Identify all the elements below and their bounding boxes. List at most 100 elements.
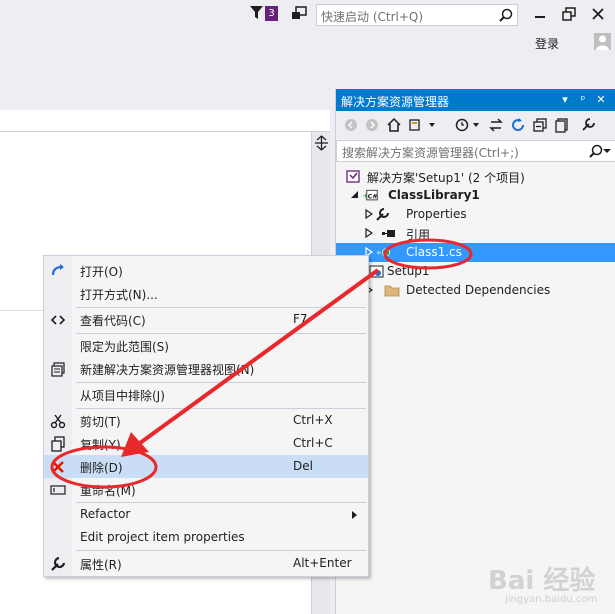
menu-item-scope-to-this[interactable]: 限定为此范围(S) bbox=[44, 334, 368, 357]
sync-icon[interactable] bbox=[488, 117, 504, 133]
menu-item-open-with[interactable]: 打开方式(N)... bbox=[44, 282, 368, 305]
tree-item-class1-cs[interactable]: + C Class1.cs bbox=[336, 243, 615, 262]
view-code-icon bbox=[50, 315, 66, 325]
back-icon[interactable] bbox=[343, 117, 359, 133]
menu-item-label: 属性(R) bbox=[80, 558, 122, 572]
wrench-icon bbox=[376, 208, 389, 221]
tree-item-classlibrary1[interactable]: + C# ClassLibrary1 bbox=[336, 186, 615, 205]
context-menu: 打开(O) 打开方式(N)... 查看代码(C) F7 限定为此范围(S) 新建… bbox=[43, 255, 369, 577]
pin-icon[interactable]: ᵖ bbox=[576, 93, 590, 106]
menu-item-rename[interactable]: 重命名(M) bbox=[44, 478, 368, 501]
menu-item-shortcut: Ctrl+X bbox=[293, 413, 333, 427]
menu-item-shortcut: Ctrl+C bbox=[293, 436, 333, 450]
solution-explorer-title-bar[interactable]: 解决方案资源管理器 ▾ ᵖ ✕ bbox=[336, 89, 615, 111]
menu-item-label: 从项目中排除(J) bbox=[80, 389, 165, 403]
tree-item-label: Detected Dependencies bbox=[406, 283, 551, 297]
tree-item-references[interactable]: 引用 bbox=[336, 224, 615, 243]
menu-item-shortcut: F7 bbox=[293, 312, 308, 326]
wrench-icon bbox=[51, 556, 66, 571]
menu-item-edit-project-item-properties[interactable]: Edit project item properties bbox=[44, 526, 368, 549]
watermark-url: jingyan.baidu.com bbox=[505, 594, 598, 605]
chevron-down-icon[interactable] bbox=[603, 147, 611, 155]
search-icon[interactable] bbox=[499, 8, 513, 22]
tree-item-label: 引用 bbox=[406, 228, 431, 242]
solution-icon bbox=[346, 170, 360, 183]
notification-badge[interactable]: 3 bbox=[265, 6, 278, 21]
svg-text:C#: C# bbox=[368, 192, 378, 200]
tree-item-setup1[interactable]: Setup1 bbox=[336, 262, 615, 281]
chevron-down-icon[interactable] bbox=[424, 117, 440, 133]
delete-x-icon bbox=[52, 461, 64, 473]
login-link[interactable]: 登录 bbox=[535, 35, 559, 52]
menu-item-label: 查看代码(C) bbox=[80, 314, 146, 328]
menu-item-new-explorer-view[interactable]: 新建解决方案资源管理器视图(N) bbox=[44, 357, 368, 380]
menu-item-label: 删除(D) bbox=[80, 461, 123, 475]
expand-arrow-icon[interactable] bbox=[365, 228, 373, 238]
collapse-arrow-icon[interactable] bbox=[351, 190, 359, 200]
menu-item-label: 新建解决方案资源管理器视图(N) bbox=[80, 363, 255, 377]
tree-item-detected-dependencies[interactable]: Detected Dependencies bbox=[336, 281, 615, 300]
expand-arrow-icon[interactable] bbox=[365, 209, 373, 219]
search-icon[interactable] bbox=[589, 144, 603, 158]
menu-item-label: Refactor bbox=[80, 507, 131, 521]
submenu-arrow-icon bbox=[352, 511, 357, 519]
menu-item-shortcut: Del bbox=[293, 459, 313, 473]
scissors-icon bbox=[50, 414, 66, 429]
tree-item-label: Setup1 bbox=[387, 264, 430, 278]
avatar[interactable] bbox=[594, 33, 611, 50]
menu-item-label: Edit project item properties bbox=[80, 530, 245, 544]
csharp-file-icon: + C bbox=[376, 248, 390, 257]
feedback-icon[interactable] bbox=[291, 6, 307, 22]
menu-item-exclude-from-project[interactable]: 从项目中排除(J) bbox=[44, 383, 368, 406]
properties-icon[interactable] bbox=[580, 117, 596, 133]
close-icon[interactable] bbox=[590, 6, 606, 22]
solution-explorer-search-input[interactable]: 搜索解决方案资源管理器(Ctrl+;) bbox=[336, 140, 615, 162]
watermark-logo: Bai 经验 bbox=[488, 566, 596, 596]
restore-icon[interactable] bbox=[561, 6, 577, 22]
references-icon bbox=[382, 230, 395, 237]
menu-item-label: 复制(Y) bbox=[80, 438, 121, 452]
solution-explorer-toolbar bbox=[336, 111, 615, 139]
menu-item-label: 打开(O) bbox=[80, 265, 123, 279]
tree-item-properties[interactable]: Properties bbox=[336, 205, 615, 224]
minimize-icon[interactable] bbox=[532, 6, 548, 22]
menu-item-cut[interactable]: 剪切(T) Ctrl+X bbox=[44, 409, 368, 432]
svg-text:+: + bbox=[376, 249, 382, 257]
home-icon[interactable] bbox=[386, 117, 402, 133]
menu-item-label: 剪切(T) bbox=[80, 415, 121, 429]
split-view-icon[interactable] bbox=[312, 135, 331, 151]
menu-item-delete[interactable]: 删除(D) Del bbox=[44, 455, 368, 478]
folder-icon bbox=[384, 285, 400, 297]
close-panel-icon[interactable]: ✕ bbox=[594, 93, 608, 106]
menu-item-label: 限定为此范围(S) bbox=[80, 340, 169, 354]
forward-icon[interactable] bbox=[364, 117, 380, 133]
collapse-all-icon[interactable] bbox=[532, 117, 548, 133]
menu-item-copy[interactable]: 复制(Y) Ctrl+C bbox=[44, 432, 368, 455]
svg-text:C: C bbox=[384, 251, 388, 257]
switch-views-icon[interactable] bbox=[408, 117, 424, 133]
menu-item-open[interactable]: 打开(O) bbox=[44, 259, 368, 282]
open-arrow-icon bbox=[51, 264, 64, 276]
chevron-down-icon[interactable] bbox=[468, 117, 484, 133]
tree-item-label: Properties bbox=[406, 207, 467, 221]
menu-separator bbox=[76, 550, 366, 551]
menu-item-label: 重命名(M) bbox=[80, 484, 136, 498]
csharp-project-icon: +C# bbox=[362, 189, 378, 200]
tree-item-label: ClassLibrary1 bbox=[388, 188, 480, 202]
new-view-icon bbox=[51, 362, 65, 377]
menu-item-view-code[interactable]: 查看代码(C) F7 bbox=[44, 308, 368, 331]
filter-icon[interactable] bbox=[250, 6, 263, 20]
quick-launch-placeholder: 快速启动 (Ctrl+Q) bbox=[321, 10, 424, 24]
refresh-icon[interactable] bbox=[510, 117, 526, 133]
window-menu-icon[interactable]: ▾ bbox=[558, 93, 572, 106]
menu-item-shortcut: Alt+Enter bbox=[293, 556, 352, 570]
tree-item-solution[interactable]: 解决方案'Setup1' (2 个项目) bbox=[336, 167, 615, 186]
solution-explorer: 解决方案资源管理器 ▾ ᵖ ✕ 搜索解决方案资源管理器(Ctrl+;) 解决方案… bbox=[335, 89, 615, 614]
tree-item-label: 解决方案'Setup1' (2 个项目) bbox=[367, 171, 525, 185]
editor-navigation-bar[interactable] bbox=[0, 110, 330, 132]
rename-icon bbox=[50, 485, 66, 495]
show-all-files-icon[interactable] bbox=[554, 117, 570, 133]
menu-item-properties[interactable]: 属性(R) Alt+Enter bbox=[44, 552, 368, 575]
quick-launch-input[interactable]: 快速启动 (Ctrl+Q) bbox=[316, 4, 518, 26]
menu-item-refactor[interactable]: Refactor bbox=[44, 503, 368, 526]
